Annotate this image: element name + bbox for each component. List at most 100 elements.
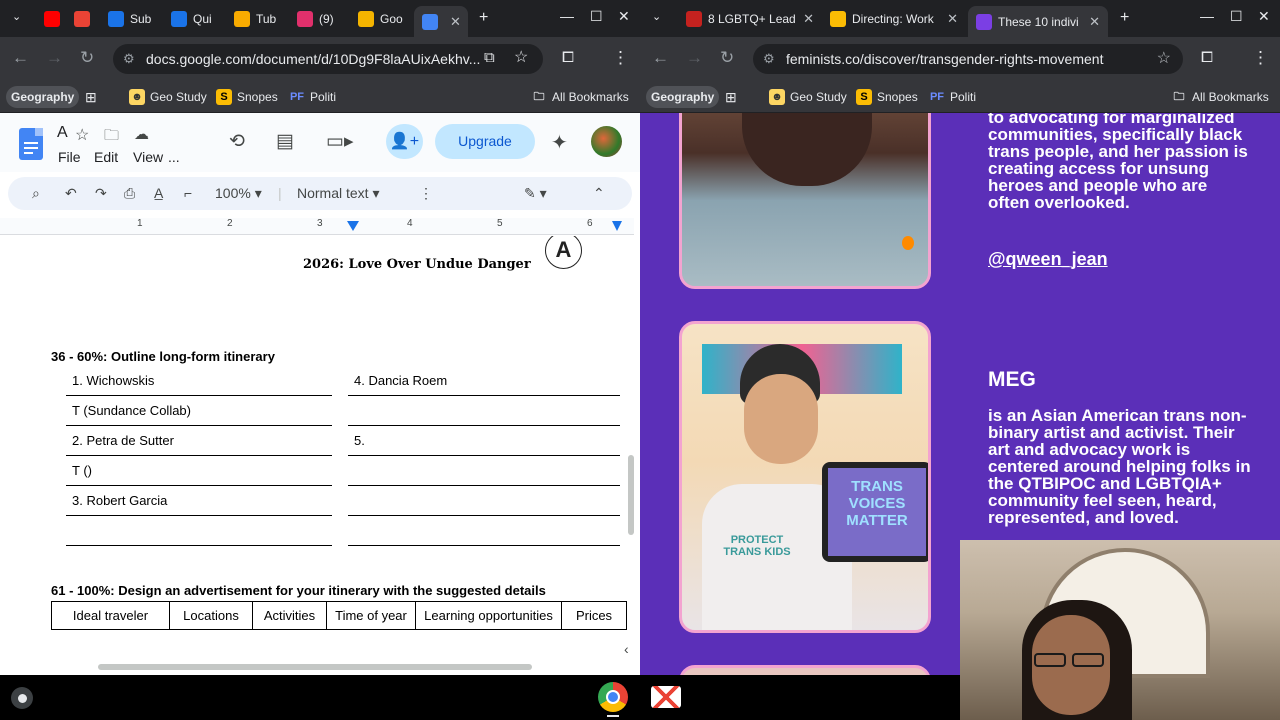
reload-icon[interactable]: ↻	[80, 48, 94, 68]
browser-menu-icon[interactable]: ⋮	[612, 48, 629, 68]
itinerary-left-cell[interactable]	[66, 516, 332, 546]
itinerary-left-cell[interactable]: 1. Wichowskis	[66, 366, 332, 396]
document-page[interactable]: 2026: Love Over Undue Danger A 36 - 60%:…	[0, 236, 628, 660]
tab-search-icon[interactable]: ⌄	[652, 10, 661, 23]
menu-edit[interactable]: Edit	[94, 149, 118, 165]
doc-title[interactable]: A	[57, 124, 68, 142]
itinerary-right-cell[interactable]	[348, 396, 620, 426]
bookmark-snopes[interactable]: S Snopes	[851, 86, 923, 108]
browser-tab[interactable]: Tub	[226, 4, 288, 33]
chrome-icon[interactable]	[598, 682, 628, 712]
browser-tab[interactable]: Sub	[100, 4, 162, 33]
itinerary-right-cell[interactable]	[348, 486, 620, 516]
gmail-icon[interactable]	[651, 686, 681, 708]
site-info-icon[interactable]: ⚙	[763, 44, 775, 74]
apps-grid-icon[interactable]: ⊞	[720, 86, 742, 108]
side-panel-toggle-icon[interactable]: ‹	[624, 641, 629, 657]
instagram-handle-link[interactable]: @qween_jean	[988, 249, 1108, 270]
move-folder-icon[interactable]: 🗀	[104, 125, 119, 150]
upgrade-button[interactable]: Upgrade	[435, 124, 535, 159]
bookmark-geo-study[interactable]: ☻ Geo Study	[764, 86, 852, 108]
menu-view[interactable]: View	[133, 149, 163, 165]
meet-icon[interactable]: ▭▸	[326, 130, 354, 153]
back-icon[interactable]: ←	[652, 48, 669, 68]
bookmark-geography[interactable]: Geography	[6, 86, 80, 108]
comments-icon[interactable]: ▤	[276, 130, 294, 153]
paint-format-icon[interactable]: ⌐	[184, 183, 192, 203]
extensions-icon[interactable]: ⧠	[1201, 48, 1213, 68]
browser-tab[interactable]: Directing: Work ✕	[822, 4, 966, 33]
right-indent-marker[interactable]	[612, 221, 622, 231]
cloud-status-icon[interactable]: ☁	[134, 125, 149, 143]
star-icon[interactable]: ☆	[75, 125, 89, 145]
bookmark-politi[interactable]: PF Politi	[924, 86, 981, 108]
site-info-icon[interactable]: ⚙	[123, 44, 135, 74]
all-bookmarks-button[interactable]: 🗀 All Bookmarks	[1166, 86, 1274, 108]
spellcheck-icon[interactable]: A̲	[154, 183, 163, 203]
itinerary-left-cell[interactable]: T (Sundance Collab)	[66, 396, 332, 426]
forward-icon[interactable]: →	[46, 48, 63, 68]
more-tools-icon[interactable]: ⋮	[419, 183, 433, 203]
itinerary-right-cell[interactable]	[348, 516, 620, 546]
menu-more[interactable]: ...	[168, 149, 180, 165]
browser-tab[interactable]: ✕	[414, 6, 468, 37]
indent-marker[interactable]	[347, 221, 359, 231]
zoom-select[interactable]: 100% ▾	[215, 183, 262, 203]
print-icon[interactable]: ⎙	[124, 183, 135, 203]
share-button[interactable]: 👤+	[386, 124, 423, 159]
gemini-sparkle-icon[interactable]: ✦	[551, 130, 568, 155]
docs-logo-icon[interactable]	[19, 128, 43, 160]
bookmark-geography[interactable]: Geography	[646, 86, 720, 108]
browser-tab[interactable]	[66, 4, 96, 33]
itinerary-left-cell[interactable]: T ()	[66, 456, 332, 486]
browser-tab[interactable]: 8 LGBTQ+ Lead ✕	[678, 4, 822, 33]
install-icon[interactable]: ⧉	[484, 48, 495, 68]
forward-icon[interactable]: →	[686, 48, 703, 68]
close-tab-icon[interactable]: ✕	[803, 11, 814, 27]
close-window-button[interactable]: ✕	[618, 8, 630, 25]
browser-menu-icon[interactable]: ⋮	[1252, 48, 1269, 68]
search-icon[interactable]: ⌕	[32, 183, 40, 203]
maximize-button[interactable]: ☐	[1230, 8, 1243, 25]
browser-tab[interactable]: Goo	[350, 4, 410, 33]
undo-icon[interactable]: ↶	[65, 183, 77, 203]
apps-grid-icon[interactable]: ⊞	[80, 86, 102, 108]
horizontal-scrollbar[interactable]	[98, 664, 532, 670]
new-tab-button[interactable]: +	[479, 9, 488, 27]
edit-mode-icon[interactable]: ✎ ▾	[524, 183, 547, 203]
minimize-button[interactable]: —	[560, 8, 574, 24]
redo-icon[interactable]: ↷	[95, 183, 107, 203]
browser-tab[interactable]: Qui	[163, 4, 225, 33]
itinerary-right-cell[interactable]: 4. Dancia Roem	[348, 366, 620, 396]
close-tab-icon[interactable]: ✕	[450, 14, 461, 30]
all-bookmarks-button[interactable]: 🗀 All Bookmarks	[526, 86, 634, 108]
browser-tab[interactable]: Sub	[36, 4, 66, 33]
bookmark-geo-study[interactable]: ☻ Geo Study	[124, 86, 212, 108]
bookmark-snopes[interactable]: S Snopes	[211, 86, 283, 108]
itinerary-right-cell[interactable]	[348, 456, 620, 486]
back-icon[interactable]: ←	[12, 48, 29, 68]
version-history-icon[interactable]: ⟲	[229, 130, 245, 153]
minimize-button[interactable]: —	[1200, 8, 1214, 24]
reload-icon[interactable]: ↻	[720, 48, 734, 68]
vertical-scrollbar[interactable]	[628, 455, 634, 535]
address-bar[interactable]: ⚙ docs.google.com/document/d/10Dg9F8laAU…	[113, 44, 543, 74]
close-tab-icon[interactable]: ✕	[947, 11, 958, 27]
bookmark-star-icon[interactable]: ☆	[514, 48, 528, 68]
close-window-button[interactable]: ✕	[1258, 8, 1270, 25]
itinerary-left-cell[interactable]: 2. Petra de Sutter	[66, 426, 332, 456]
browser-tab[interactable]: These 10 indivi ✕	[968, 6, 1108, 37]
itinerary-left-cell[interactable]: 3. Robert Garcia	[66, 486, 332, 516]
new-tab-button[interactable]: +	[1120, 9, 1129, 27]
account-avatar[interactable]	[591, 126, 622, 157]
bookmark-star-icon[interactable]: ☆	[1157, 44, 1171, 74]
collapse-toolbar-icon[interactable]: ⌃	[593, 183, 605, 203]
bookmark-politi[interactable]: PF Politi	[284, 86, 341, 108]
itinerary-right-cell[interactable]: 5.	[348, 426, 620, 456]
menu-file[interactable]: File	[58, 149, 81, 165]
tab-search-icon[interactable]: ⌄	[12, 10, 21, 23]
paragraph-style-select[interactable]: Normal text ▾	[297, 183, 380, 203]
address-bar[interactable]: ⚙ feminists.co/discover/transgender-righ…	[753, 44, 1183, 74]
launcher-button[interactable]	[11, 687, 33, 709]
extensions-icon[interactable]: ⧠	[562, 48, 574, 68]
